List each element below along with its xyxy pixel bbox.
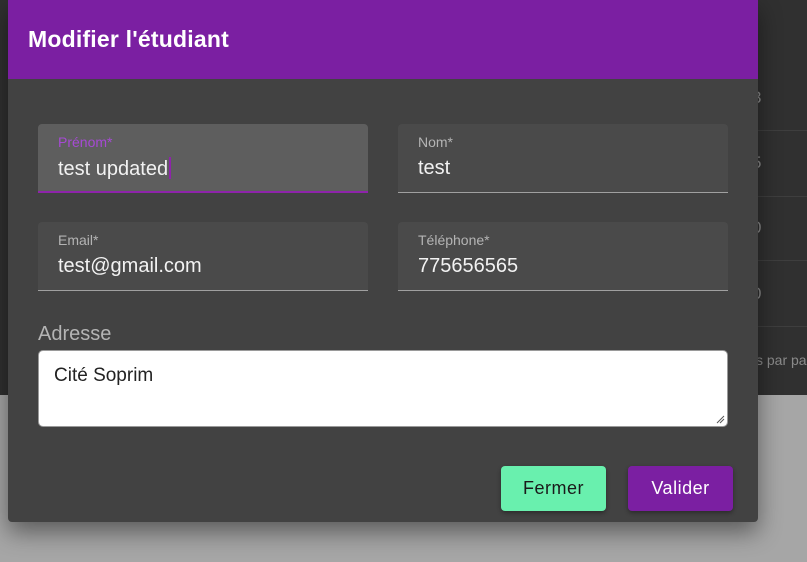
dialog-header: Modifier l'étudiant <box>8 0 758 79</box>
last-name-label: Nom* <box>418 134 454 150</box>
phone-label: Téléphone* <box>418 232 490 248</box>
address-value: Cité Soprim <box>54 365 154 386</box>
close-button[interactable]: Fermer <box>501 466 606 511</box>
text-caret <box>169 157 171 179</box>
resize-handle-icon[interactable] <box>715 414 725 424</box>
paginator-label: s par pa <box>756 352 807 368</box>
last-name-input[interactable]: test <box>418 157 450 180</box>
address-textarea[interactable]: Cité Soprim <box>38 350 728 427</box>
email-label: Email* <box>58 232 99 248</box>
last-name-field[interactable]: Nom* test <box>398 124 728 193</box>
phone-field[interactable]: Téléphone* 775656565 <box>398 222 728 291</box>
dialog-title: Modifier l'étudiant <box>28 26 229 52</box>
first-name-label: Prénom* <box>58 134 113 150</box>
submit-button[interactable]: Valider <box>628 466 733 511</box>
email-field[interactable]: Email* test@gmail.com <box>38 222 368 291</box>
address-label: Adresse <box>38 323 112 345</box>
first-name-field[interactable]: Prénom* test updated <box>38 124 368 193</box>
email-input[interactable]: test@gmail.com <box>58 255 202 278</box>
edit-student-dialog: Modifier l'étudiant Prénom* test updated… <box>8 0 758 522</box>
phone-input[interactable]: 775656565 <box>418 255 518 278</box>
first-name-input[interactable]: test updated <box>58 158 168 180</box>
